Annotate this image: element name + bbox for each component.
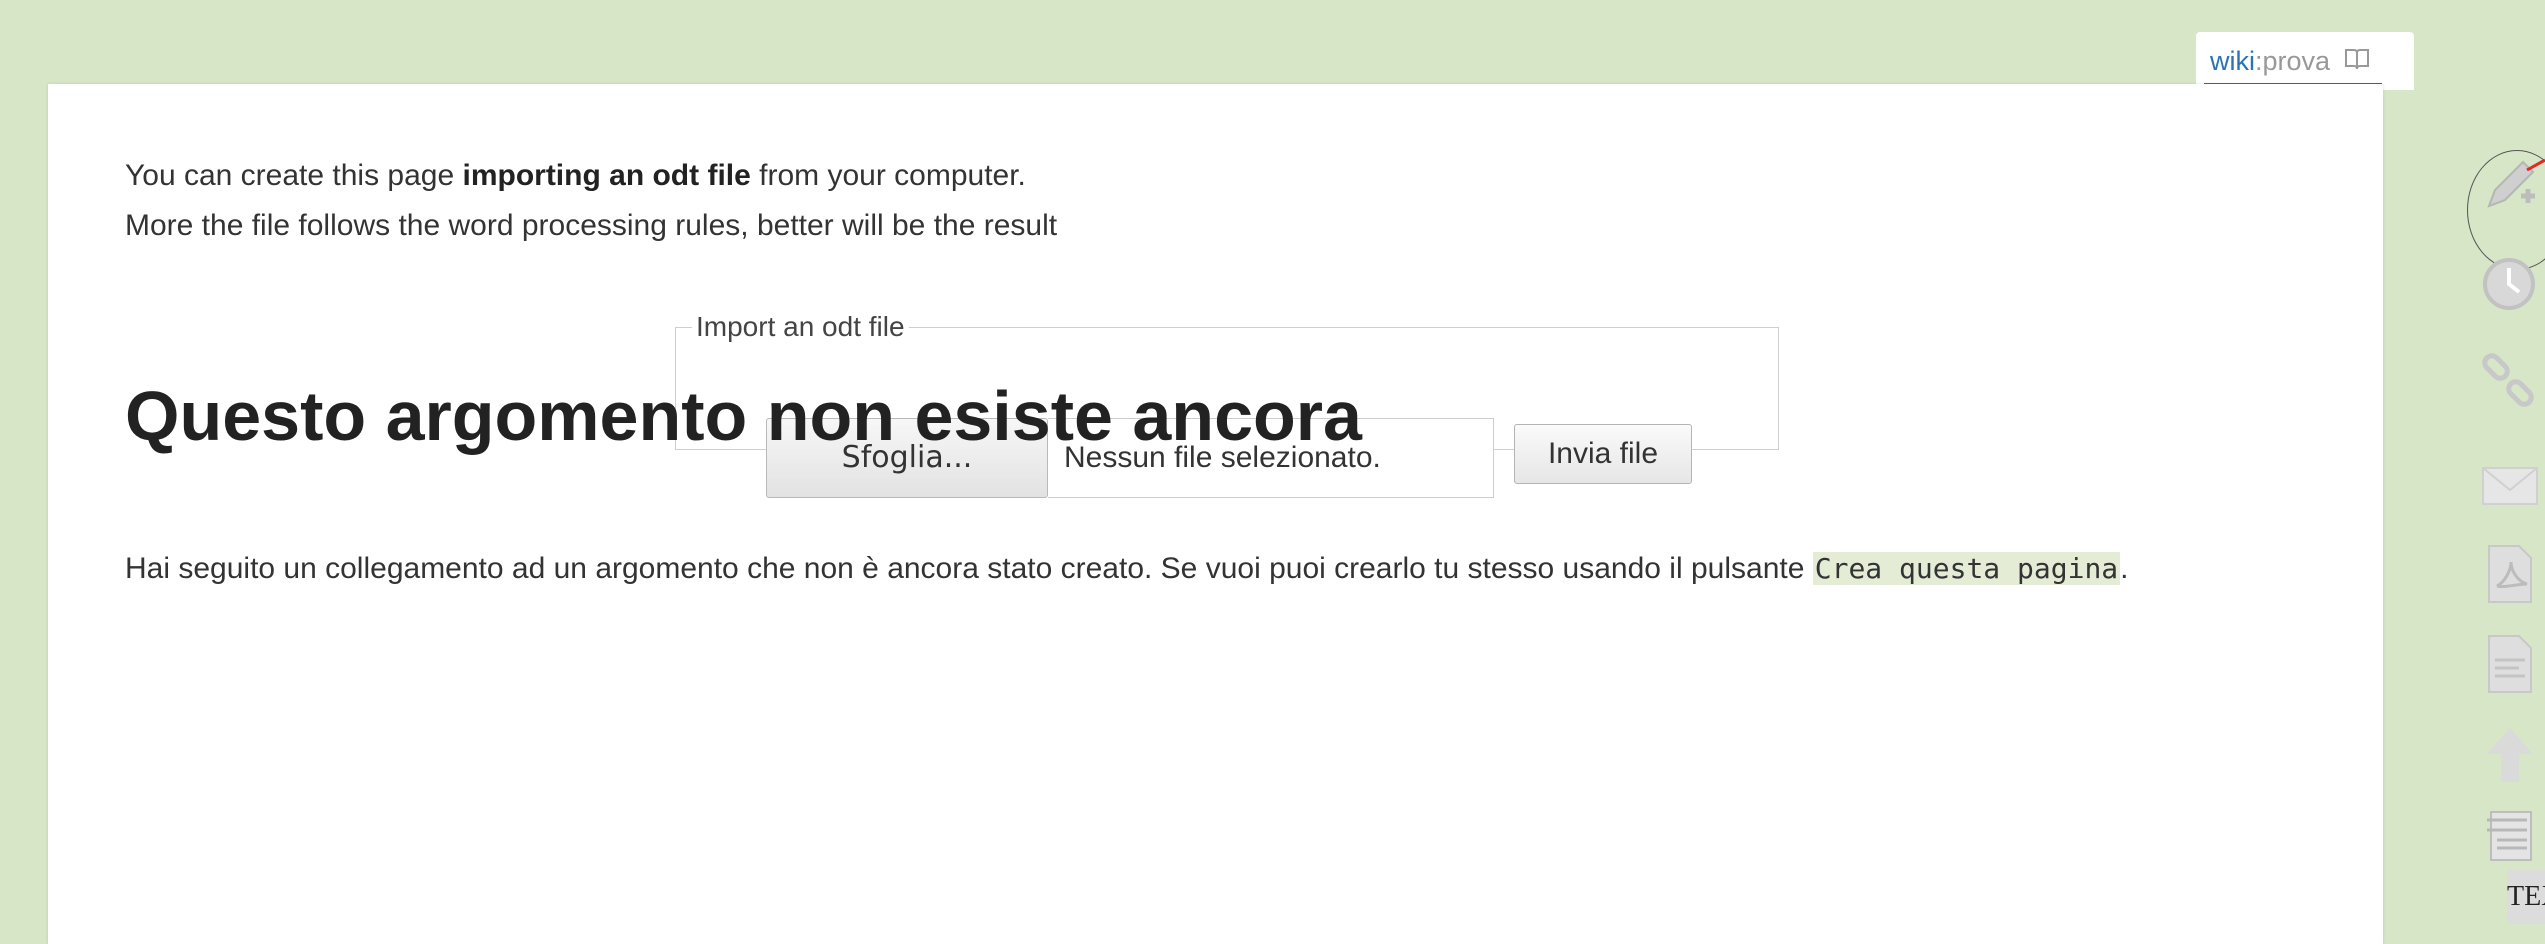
odt-export-icon[interactable] [2475, 630, 2545, 700]
intro-bold: importing an odt file [462, 159, 751, 192]
import-intro: You can create this page importing an od… [125, 151, 1057, 251]
import-legend: Import an odt file [696, 311, 905, 342]
page-body: Hai seguito un collegamento ad un argome… [125, 544, 2385, 594]
page-content: You can create this page importing an od… [48, 84, 2383, 944]
media-manager-icon[interactable] [2475, 800, 2545, 870]
page-id-separator: : [2255, 46, 2263, 76]
revisions-icon[interactable] [2475, 250, 2545, 320]
back-to-top-icon[interactable] [2475, 720, 2545, 790]
tex-export-button[interactable]: TEX [2507, 870, 2545, 924]
create-page-icon[interactable] [2475, 150, 2545, 220]
create-page-code: Crea questa pagina [1812, 552, 2121, 585]
backlinks-icon[interactable] [2475, 350, 2545, 420]
email-icon[interactable] [2475, 450, 2545, 520]
page-title: Questo argomento non esiste ancora [125, 377, 1362, 455]
intro-line-1: You can create this page importing an od… [125, 159, 1026, 192]
page-id-tab: wiki:prova [2196, 32, 2414, 90]
pdf-export-icon[interactable] [2475, 540, 2545, 610]
body-paragraph: Hai seguito un collegamento ad un argome… [125, 552, 2129, 585]
namespace-link[interactable]: wiki [2210, 46, 2255, 76]
page-name: prova [2262, 46, 2331, 76]
send-file-button[interactable]: Invia file [1514, 424, 1692, 484]
intro-line-2: More the file follows the word processin… [125, 209, 1058, 242]
